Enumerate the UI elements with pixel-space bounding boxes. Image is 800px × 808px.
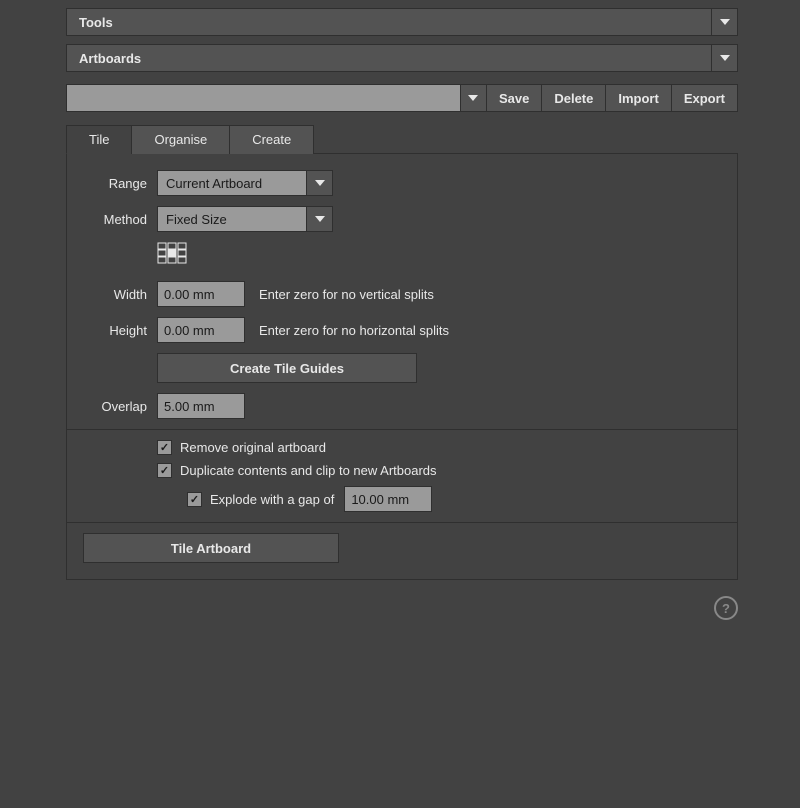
tools-label: Tools (79, 15, 113, 30)
artboards-collapse-icon[interactable] (711, 45, 737, 71)
explode-label: Explode with a gap of (210, 492, 334, 507)
artboards-label: Artboards (79, 51, 141, 66)
tabs: Tile Organise Create (66, 124, 738, 154)
tools-collapse-icon[interactable] (711, 9, 737, 35)
height-hint: Enter zero for no horizontal splits (259, 323, 449, 338)
create-tile-guides-button[interactable]: Create Tile Guides (157, 353, 417, 383)
width-input[interactable]: 0.00 mm (157, 281, 245, 307)
duplicate-contents-checkbox[interactable] (157, 463, 172, 478)
artboards-section-header[interactable]: Artboards (66, 44, 738, 72)
export-button[interactable]: Export (672, 84, 738, 112)
overlap-input[interactable]: 5.00 mm (157, 393, 245, 419)
preset-toolbar: Save Delete Import Export (66, 84, 738, 112)
width-label: Width (83, 287, 157, 302)
width-hint: Enter zero for no vertical splits (259, 287, 434, 302)
tab-organise[interactable]: Organise (131, 125, 230, 154)
range-select[interactable]: Current Artboard (157, 170, 333, 196)
preset-dropdown[interactable] (66, 84, 487, 112)
remove-original-label: Remove original artboard (180, 440, 326, 455)
import-button[interactable]: Import (606, 84, 671, 112)
range-value: Current Artboard (158, 176, 306, 191)
remove-original-checkbox[interactable] (157, 440, 172, 455)
range-label: Range (83, 176, 157, 191)
help-icon[interactable]: ? (714, 596, 738, 620)
explode-gap-input[interactable]: 10.00 mm (344, 486, 432, 512)
delete-button[interactable]: Delete (542, 84, 606, 112)
method-label: Method (83, 212, 157, 227)
method-value: Fixed Size (158, 212, 306, 227)
tile-grid-icon[interactable] (157, 242, 187, 267)
method-select[interactable]: Fixed Size (157, 206, 333, 232)
tab-tile[interactable]: Tile (66, 125, 132, 154)
tile-form: Range Current Artboard Method Fixed Size (66, 154, 738, 580)
tile-artboard-button[interactable]: Tile Artboard (83, 533, 339, 563)
height-label: Height (83, 323, 157, 338)
overlap-label: Overlap (83, 399, 157, 414)
duplicate-contents-label: Duplicate contents and clip to new Artbo… (180, 463, 437, 478)
save-button[interactable]: Save (487, 84, 542, 112)
method-arrow-icon[interactable] (306, 207, 332, 231)
range-arrow-icon[interactable] (306, 171, 332, 195)
height-input[interactable]: 0.00 mm (157, 317, 245, 343)
divider-2 (67, 522, 737, 523)
preset-dropdown-arrow-icon[interactable] (460, 85, 486, 111)
divider (67, 429, 737, 430)
tab-create[interactable]: Create (229, 125, 314, 154)
tools-section-header[interactable]: Tools (66, 8, 738, 36)
explode-checkbox[interactable] (187, 492, 202, 507)
